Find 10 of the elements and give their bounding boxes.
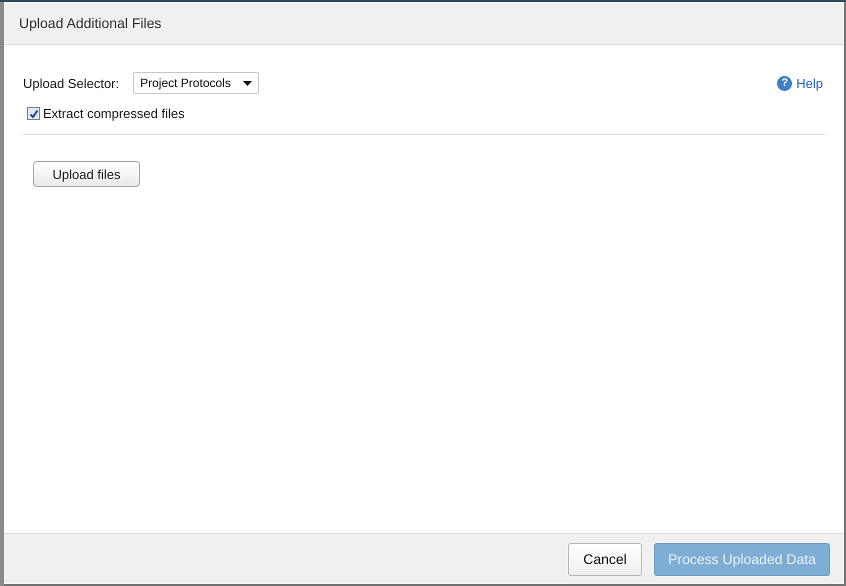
window-title: Upload Additional Files (19, 15, 162, 31)
extract-checkbox-label[interactable]: Extract compressed files (27, 106, 825, 121)
upload-files-button[interactable]: Upload files (33, 161, 140, 187)
caret-icon (242, 80, 252, 86)
help-icon: ? (777, 76, 792, 90)
help-link[interactable]: ? Help (777, 76, 823, 90)
checkbox[interactable] (27, 107, 40, 120)
upload-selector-dropdown[interactable]: Project Protocols (133, 72, 259, 94)
cancel-button[interactable]: Cancel (568, 542, 642, 576)
upload-selector-label: Upload Selector: (23, 76, 120, 90)
